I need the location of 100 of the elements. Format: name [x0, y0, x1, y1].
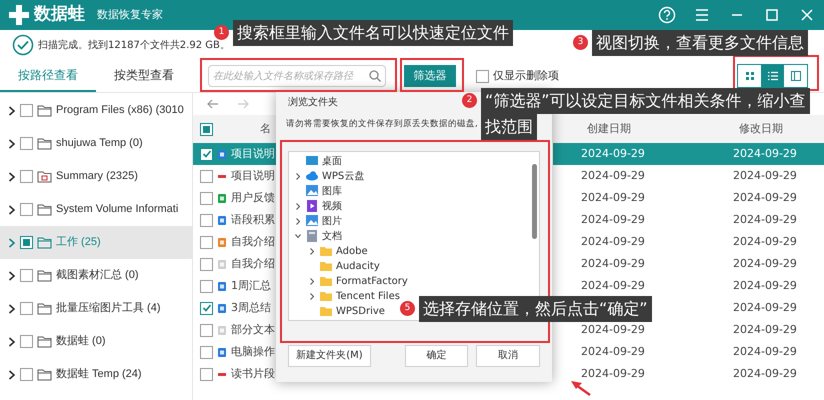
checkbox[interactable]: [200, 170, 213, 182]
filter-button[interactable]: 筛选器: [404, 65, 456, 87]
folder-label: FormatFactory: [336, 274, 408, 289]
checkbox[interactable]: [200, 368, 213, 380]
created-date: 2024-09-29: [580, 322, 646, 338]
expand-chevron-icon[interactable]: [308, 248, 314, 255]
checkbox[interactable]: [20, 368, 33, 381]
chevron-icon[interactable]: [8, 336, 16, 346]
folder-tree-item[interactable]: WPS云盘: [293, 168, 364, 184]
search-icon: [369, 70, 381, 82]
folder-name: Summary (2325): [56, 169, 138, 184]
folder-label: WPSDrive: [336, 304, 385, 319]
file-name-cell[interactable]: 读书片段: [193, 363, 277, 385]
chevron-icon[interactable]: [8, 172, 16, 182]
folder-label: 视频: [322, 200, 342, 214]
folder-tree-item[interactable]: 视频: [293, 198, 342, 214]
back-arrow-icon[interactable]: [207, 99, 219, 109]
chevron-icon[interactable]: [8, 304, 16, 314]
tree-item[interactable]: 数据蛙 (0): [0, 325, 192, 358]
folder-tree-item[interactable]: Tencent Files: [293, 288, 400, 304]
chevron-icon[interactable]: [8, 106, 16, 116]
file-name-cell[interactable]: 用户反馈: [193, 187, 277, 209]
modified-date: 2024-09-29: [732, 366, 798, 382]
checkbox[interactable]: [20, 335, 33, 348]
folder-tree-item[interactable]: 图片: [293, 214, 342, 229]
checkbox[interactable]: [200, 280, 213, 292]
checkbox[interactable]: [20, 170, 33, 183]
file-name-cell[interactable]: 项目说明: [193, 165, 277, 187]
chevron-icon[interactable]: [8, 370, 16, 380]
created-date: 2024-09-29: [580, 366, 646, 382]
column-header: 创建日期: [586, 120, 632, 137]
video-icon: [305, 199, 319, 214]
expand-chevron-icon[interactable]: [294, 218, 300, 225]
folder-tree-item[interactable]: 桌面: [293, 154, 342, 169]
modified-date: 2024-09-29: [732, 168, 798, 184]
search-field[interactable]: 在此处输入文件名称或保存路径: [208, 65, 386, 87]
file-name-cell[interactable]: 项目说明: [193, 143, 277, 165]
chevron-icon[interactable]: [8, 138, 16, 148]
file-name-cell[interactable]: 部分文本: [193, 319, 277, 341]
expand-chevron-icon[interactable]: [294, 202, 300, 210]
checkbox[interactable]: [476, 70, 489, 82]
checkbox[interactable]: [20, 203, 33, 216]
folder-icon: [319, 289, 333, 304]
checkbox[interactable]: [200, 346, 213, 358]
dialog-button[interactable]: 新建文件夹(M): [288, 344, 371, 367]
checkbox[interactable]: [200, 122, 213, 136]
tree-item[interactable]: 数据蛙 Temp (24): [0, 358, 192, 391]
file-name-cell[interactable]: 自我介绍: [193, 253, 277, 275]
checkbox[interactable]: [20, 236, 33, 249]
checkbox[interactable]: [20, 269, 33, 282]
file-name-cell[interactable]: 电脑操作: [193, 341, 277, 363]
expand-chevron-icon[interactable]: [294, 172, 300, 180]
tree-item[interactable]: Summary (2325): [0, 160, 192, 193]
annotation-text: 视图切换，查看更多文件信息: [592, 30, 808, 56]
file-name-cell[interactable]: 语段积累: [193, 209, 277, 231]
checkbox[interactable]: [200, 258, 213, 270]
collapse-chevron-icon[interactable]: [294, 232, 300, 240]
checkbox-label: 仅显示删除项: [493, 68, 559, 84]
dialog-button[interactable]: 确定: [404, 344, 468, 367]
checkbox[interactable]: [20, 302, 33, 315]
folder-tree-item[interactable]: FormatFactory: [293, 274, 408, 289]
tree-item[interactable]: Program Files (x86) (3010: [0, 94, 192, 127]
column-header: 修改日期: [738, 120, 783, 137]
created-date: 2024-09-29: [580, 212, 646, 228]
view-tab[interactable]: 按类型查看: [96, 60, 192, 92]
expand-chevron-icon[interactable]: [308, 278, 314, 285]
annotation-text: 选择存储位置，然后点击“确定”: [419, 296, 652, 322]
checkbox[interactable]: [20, 104, 33, 117]
folder-tree-item[interactable]: 文档: [293, 228, 342, 244]
file-icon: [217, 236, 227, 248]
file-name-cell[interactable]: 3周总结: [193, 297, 277, 319]
tree-item[interactable]: 批量压缩图片工具 (4): [0, 292, 192, 325]
checkbox[interactable]: [200, 214, 213, 226]
checkbox[interactable]: [200, 324, 213, 336]
tree-item[interactable]: shujuwa Temp (0): [0, 127, 192, 160]
list-view-button[interactable]: [761, 65, 784, 87]
chevron-icon[interactable]: [8, 204, 16, 214]
cloud-icon: [305, 169, 319, 184]
folder-tree-item[interactable]: Audacity: [293, 258, 380, 274]
view-tab[interactable]: 按路径查看: [0, 60, 96, 92]
folder-tree-item[interactable]: Adobe: [293, 244, 368, 259]
checkbox[interactable]: [200, 148, 213, 160]
dialog-button[interactable]: 取消: [476, 344, 540, 367]
checkbox[interactable]: [200, 302, 213, 314]
folder-tree-item[interactable]: 图库: [293, 184, 342, 199]
checkbox[interactable]: [20, 137, 33, 150]
expand-chevron-icon[interactable]: [308, 292, 314, 300]
folder-name: 批量压缩图片工具 (4): [56, 300, 160, 316]
scrollbar-thumb[interactable]: [532, 164, 537, 239]
chevron-icon[interactable]: [8, 270, 16, 280]
file-name-cell[interactable]: 1周汇总: [193, 275, 277, 297]
folder-tree-item[interactable]: WPSDrive: [293, 304, 385, 319]
created-date: 2024-09-29: [580, 278, 646, 294]
file-name-cell[interactable]: 自我介绍: [193, 231, 277, 253]
folder-name: 工作 (25): [56, 235, 101, 250]
checkbox[interactable]: [200, 192, 213, 204]
help-icon[interactable]: [658, 6, 676, 24]
checkbox[interactable]: [200, 236, 213, 248]
tree-item[interactable]: 截图素材汇总 (0): [0, 259, 192, 292]
tree-item[interactable]: System Volume Informati: [0, 193, 192, 226]
